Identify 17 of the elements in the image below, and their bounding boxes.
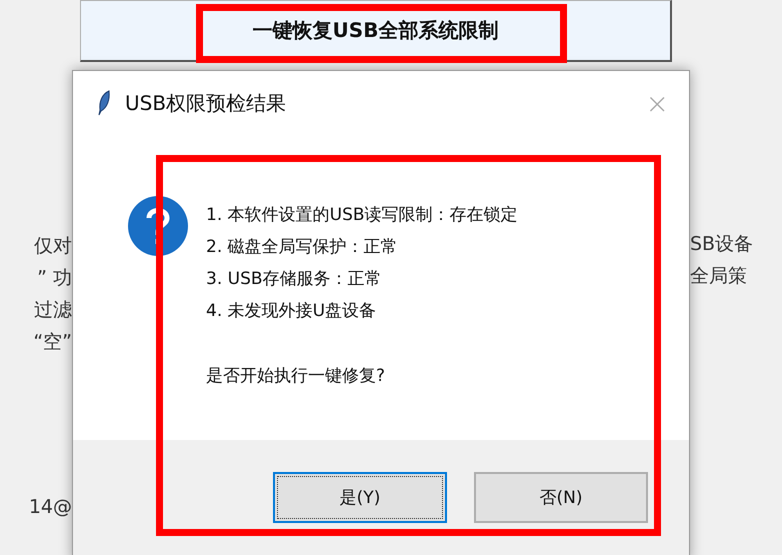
window-title: USB权限预检结果 <box>125 90 288 116</box>
background-text: “空” <box>33 330 72 355</box>
background-text: 过滤 <box>34 298 72 323</box>
question-text: 是否开始执行一键修复? <box>206 365 386 388</box>
dialog-button[interactable]: 否(N) <box>474 472 648 523</box>
message-line: 3. USB存储服务：正常 <box>206 268 383 291</box>
message-line: 1. 本软件设置的USB读写限制：存在锁定 <box>206 204 518 227</box>
message-line: 4. 未发现外接U盘设备 <box>206 300 378 323</box>
background-text: 14@ <box>28 495 72 520</box>
message-line: 2. 磁盘全局写保护：正常 <box>206 236 399 259</box>
background-text: 全局策 <box>690 264 747 289</box>
background-text: ” 功 <box>37 266 72 291</box>
question-icon <box>127 195 189 257</box>
dialog-button[interactable]: 是(Y) <box>273 472 447 523</box>
background-text: SB设备 <box>690 232 754 257</box>
feather-icon <box>97 90 111 116</box>
background-text: 仅对 <box>34 234 72 259</box>
